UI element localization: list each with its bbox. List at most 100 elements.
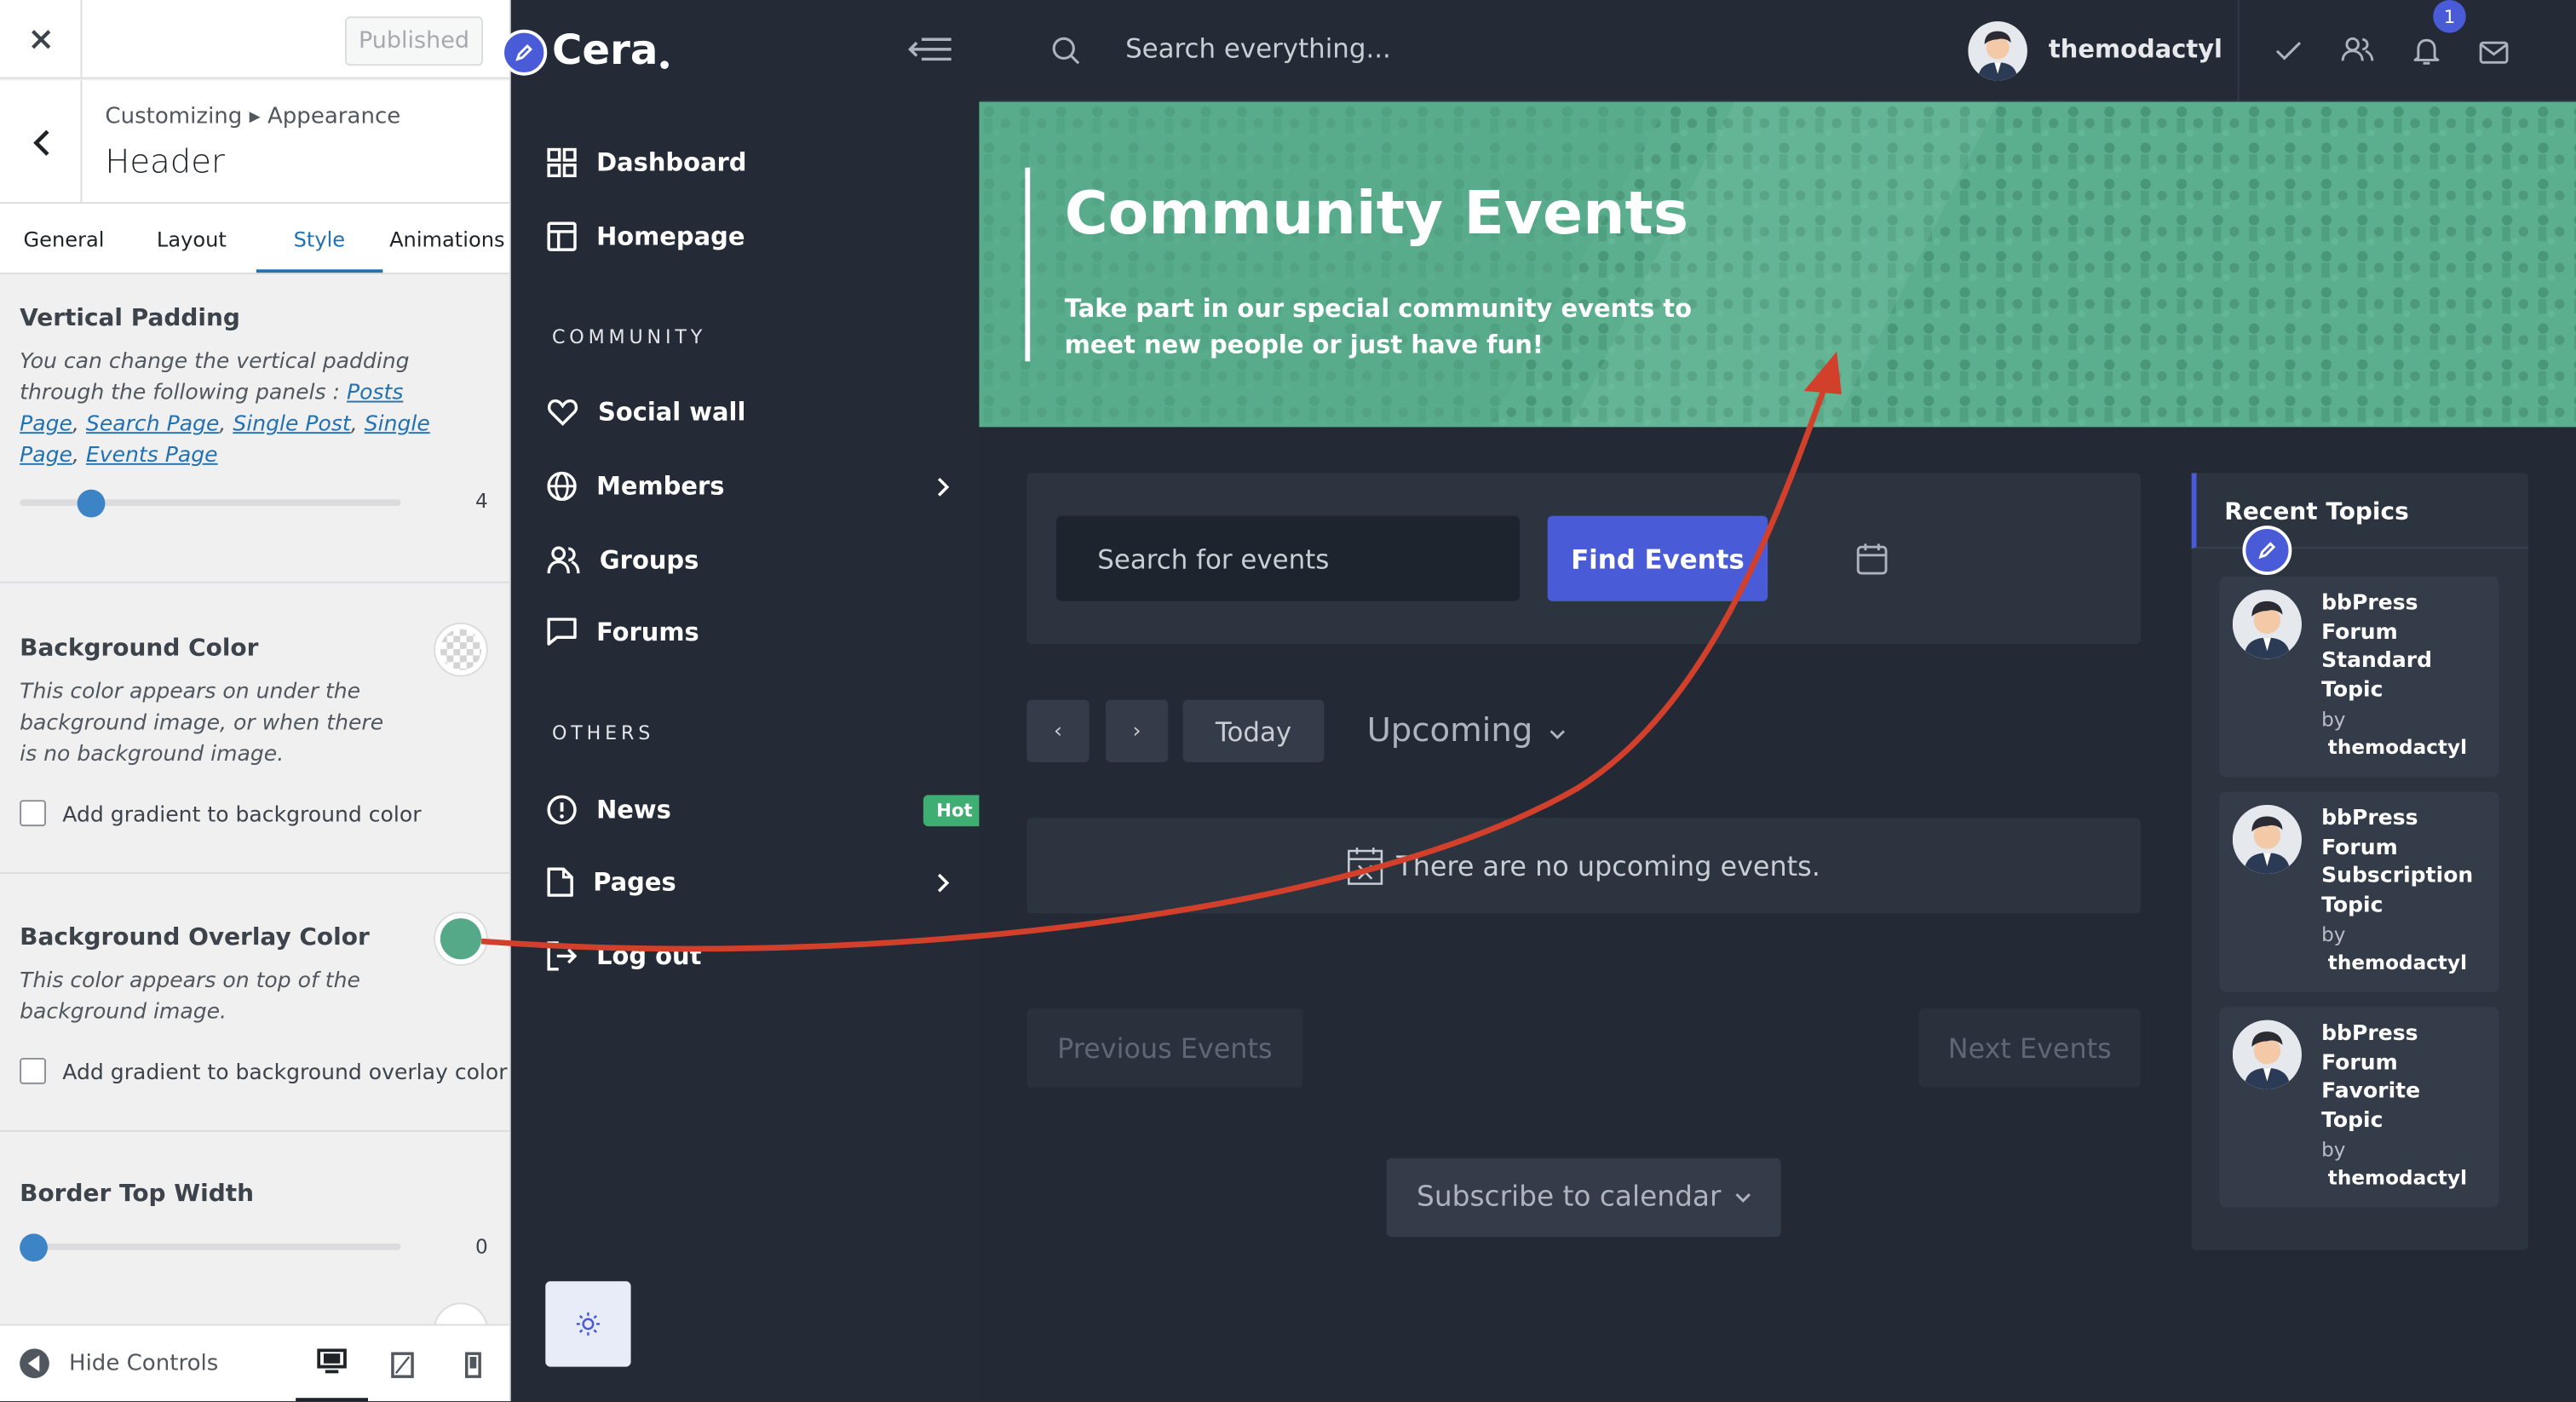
link-events-page[interactable]: Events Page: [86, 444, 218, 468]
nav-social-wall[interactable]: Social wall: [547, 397, 746, 428]
vertical-padding-slider[interactable]: [20, 488, 401, 517]
overlay-color-swatch[interactable]: [434, 911, 488, 966]
subscribe-calendar-button[interactable]: Subscribe to calendar: [1386, 1158, 1781, 1238]
back-button[interactable]: [0, 80, 83, 204]
tab-style[interactable]: Style: [255, 204, 383, 273]
overlay-color-section: Background Overlay Color This color appe…: [0, 876, 509, 1132]
pencil-icon: [515, 43, 532, 61]
preview-mobile-button[interactable]: [453, 1325, 492, 1401]
collapse-sidebar-button[interactable]: [907, 34, 953, 70]
link-single-page[interactable]: Single Page: [20, 412, 430, 468]
hide-controls-icon[interactable]: [20, 1348, 49, 1379]
avatar: [2232, 1020, 2302, 1089]
heart-icon: [547, 399, 578, 427]
hide-controls-label[interactable]: Hide Controls: [69, 1350, 218, 1376]
slider-handle[interactable]: [77, 488, 106, 517]
view-selector-label: Upcoming: [1366, 710, 1533, 750]
check-icon[interactable]: [2275, 37, 2302, 69]
view-selector[interactable]: Upcoming: [1367, 710, 1567, 749]
sun-icon: [576, 1312, 600, 1336]
nav-logout[interactable]: Log out: [547, 941, 701, 971]
recent-topics-widget: Recent Topics bbPress Forum Standard Top…: [2191, 473, 2529, 1250]
user-avatar-icon: [2232, 589, 2302, 659]
nav-label: Forums: [596, 618, 699, 647]
nav-pages[interactable]: Pages: [547, 867, 966, 897]
preview-desktop-button[interactable]: [296, 1325, 368, 1402]
theme-toggle-button[interactable]: [545, 1281, 631, 1367]
global-search-input[interactable]: Search everything...: [1125, 33, 1391, 65]
event-search-input[interactable]: Search for events: [1056, 515, 1520, 601]
topic-card[interactable]: bbPress Forum Standard Topic by themodac…: [2219, 576, 2499, 778]
nav-dashboard[interactable]: Dashboard: [547, 147, 747, 178]
topic-card[interactable]: bbPress Forum Favorite Topic by themodac…: [2219, 1007, 2499, 1208]
previous-period-button[interactable]: ‹: [1026, 699, 1090, 762]
topic-card[interactable]: bbPress Forum Subscription Topic by them…: [2219, 791, 2499, 992]
hero-banner: Community Events Take part in our specia…: [979, 101, 2576, 428]
customizer-panel: Published Customizing ▸ Appearance Heade…: [0, 0, 511, 1402]
calendar-icon[interactable]: [1856, 542, 1888, 581]
nav-label: Pages: [593, 867, 676, 897]
chevron-left-icon: [32, 129, 49, 155]
avatar[interactable]: [1968, 21, 2027, 81]
nav-homepage[interactable]: Homepage: [547, 221, 745, 251]
friends-icon[interactable]: [2341, 36, 2374, 69]
menu-collapse-icon: [907, 37, 952, 61]
empty-events-notice: There are no upcoming events.: [1026, 818, 2141, 914]
pencil-icon: [2258, 542, 2276, 560]
nav-label: Homepage: [596, 221, 745, 252]
users-icon: [547, 546, 580, 574]
find-events-button[interactable]: Find Events: [1547, 515, 1768, 601]
border-top-slider[interactable]: [20, 1232, 401, 1261]
tab-animations[interactable]: Animations: [383, 204, 509, 273]
overlay-gradient-checkbox[interactable]: [20, 1057, 46, 1084]
preview-tablet-button[interactable]: [381, 1325, 423, 1401]
nav-label: Social wall: [597, 397, 746, 428]
mail-icon[interactable]: [2479, 39, 2509, 71]
link-search-page[interactable]: Search Page: [86, 412, 219, 437]
published-button[interactable]: Published: [344, 16, 483, 66]
empty-events-message: There are no upcoming events.: [1396, 850, 1820, 882]
slider-handle[interactable]: [20, 1232, 48, 1261]
background-color-description: This color appears on under the backgrou…: [20, 680, 384, 767]
chevron-right-icon: [937, 872, 950, 892]
recent-topics-header: Recent Topics: [2191, 473, 2529, 549]
username[interactable]: themodactyl: [2049, 34, 2222, 64]
recent-topics-title: Recent Topics: [2224, 499, 2409, 526]
nav-members[interactable]: Members: [547, 471, 966, 501]
today-button[interactable]: Today: [1182, 699, 1325, 762]
nav-news[interactable]: News Hot: [547, 794, 986, 826]
background-color-label: Background Color: [20, 635, 259, 663]
vertical-padding-section: Vertical Padding You can change the vert…: [0, 274, 509, 583]
nav-groups[interactable]: Groups: [547, 545, 699, 575]
next-period-button[interactable]: ›: [1105, 699, 1169, 762]
site-logo[interactable]: Cera: [552, 26, 658, 74]
search-icon[interactable]: [1051, 36, 1081, 72]
vertical-padding-description: You can change the vertical padding thro…: [20, 349, 430, 468]
background-gradient-label: Add gradient to background color: [62, 803, 422, 828]
previous-events-button[interactable]: Previous Events: [1026, 1008, 1303, 1088]
vertical-padding-value: 4: [475, 489, 488, 513]
border-top-section: Border Top Width 0: [0, 1134, 509, 1357]
next-events-button[interactable]: Next Events: [1918, 1008, 2141, 1088]
bell-icon[interactable]: [2413, 36, 2440, 72]
topic-title[interactable]: bbPress Forum Standard Topic: [2321, 589, 2486, 704]
grid-icon: [547, 147, 577, 178]
edit-widget-icon[interactable]: [2242, 526, 2292, 575]
link-single-post[interactable]: Single Post: [233, 412, 350, 437]
background-gradient-checkbox[interactable]: [20, 800, 46, 827]
tab-layout[interactable]: Layout: [128, 204, 256, 273]
background-color-swatch[interactable]: [434, 622, 488, 677]
customizer-topbar: Published: [0, 0, 509, 79]
topic-title[interactable]: bbPress Forum Favorite Topic: [2321, 1020, 2486, 1135]
nav-forums[interactable]: Forums: [547, 618, 699, 647]
border-top-value: 0: [475, 1235, 488, 1259]
topic-author[interactable]: themodactyl: [2328, 1166, 2467, 1189]
logout-icon: [547, 941, 577, 971]
topic-author[interactable]: themodactyl: [2328, 951, 2467, 974]
topic-author[interactable]: themodactyl: [2328, 736, 2467, 759]
topic-title[interactable]: bbPress Forum Subscription Topic: [2321, 805, 2486, 920]
tab-general[interactable]: General: [0, 204, 128, 273]
close-customizer-button[interactable]: [0, 0, 83, 79]
edit-shortcut-icon[interactable]: [501, 29, 548, 76]
breadcrumb: Customizing ▸ Appearance: [105, 103, 401, 130]
